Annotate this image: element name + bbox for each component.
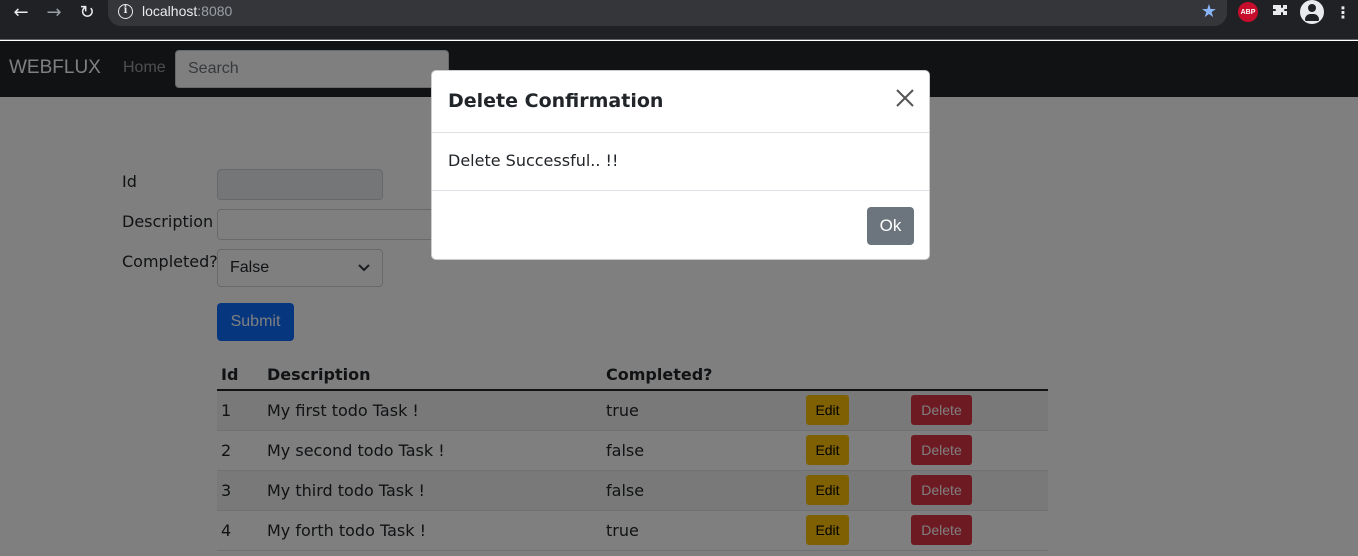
close-icon[interactable] xyxy=(893,87,917,111)
site-info-icon[interactable]: i xyxy=(118,4,133,19)
url-host: localhost xyxy=(142,3,198,19)
profile-avatar-icon[interactable] xyxy=(1300,0,1324,24)
extensions-puzzle-icon[interactable] xyxy=(1270,2,1290,22)
url-text: localhost:8080 xyxy=(142,3,232,19)
modal-title: Delete Confirmation xyxy=(448,90,664,112)
modal-header: Delete Confirmation xyxy=(432,71,929,133)
browser-menu-icon[interactable]: ⋮ xyxy=(1335,2,1351,22)
reload-icon[interactable]: ↻ xyxy=(75,0,99,24)
back-arrow-icon[interactable]: ← xyxy=(9,0,33,24)
adblock-extension-icon[interactable]: ABP xyxy=(1238,2,1258,22)
bookmark-star-icon[interactable]: ★ xyxy=(1201,1,1217,22)
modal-message: Delete Successful.. !! xyxy=(448,151,619,170)
forward-arrow-icon[interactable]: → xyxy=(42,0,66,24)
modal-footer: Ok xyxy=(432,190,929,260)
browser-toolbar: ← → ↻ i localhost:8080 ★ ABP ⋮ xyxy=(0,0,1358,40)
url-port: :8080 xyxy=(197,3,233,19)
ok-button[interactable]: Ok xyxy=(867,207,914,245)
delete-confirmation-modal: Delete Confirmation Delete Successful.. … xyxy=(431,70,930,260)
address-bar[interactable]: i localhost:8080 ★ xyxy=(108,0,1227,26)
